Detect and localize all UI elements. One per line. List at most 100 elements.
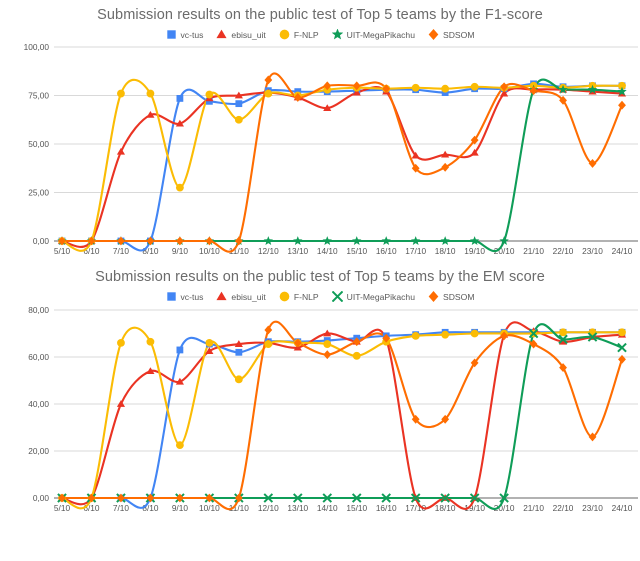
- x-axis-tick-label: 5/10: [54, 503, 71, 513]
- x-axis-tick-label: 16/10: [376, 503, 397, 513]
- series-line-vc-tus: [60, 82, 624, 252]
- legend-label: ebisu_uit: [231, 291, 266, 302]
- plot-area-f1: 0,00 25,00 50,00 75,00 100,00 5/10 6/10 7/10 8/1…: [0, 40, 640, 262]
- x-axis-tick-label: 10/10: [199, 246, 220, 256]
- legend-label: F-NLP: [293, 291, 319, 302]
- data-point[interactable]: [441, 330, 450, 339]
- data-point[interactable]: [323, 350, 332, 360]
- star-marker-icon: [331, 29, 343, 40]
- data-point[interactable]: [617, 342, 627, 353]
- data-point[interactable]: [175, 236, 184, 246]
- series-line-f-nlp: [60, 326, 624, 510]
- data-point[interactable]: [411, 83, 420, 92]
- legend-item-sdsom[interactable]: SDSOM: [428, 29, 475, 40]
- data-point[interactable]: [441, 162, 450, 172]
- data-point[interactable]: [234, 115, 243, 124]
- em-score-line-chart: 0,00 20,00 40,00 60,00 80,00 5/10 6/10 7/10 8/10…: [28, 305, 638, 513]
- legend-item-f-nlp[interactable]: F-NLP: [279, 29, 319, 40]
- x-axis-tick-label: 8/10: [142, 503, 159, 513]
- data-point[interactable]: [264, 89, 273, 98]
- legend-em: vc-tus ebisu_uit F-NLP UIT-MegaPikachu SDSOM: [0, 291, 640, 302]
- x-axis-tick-label: 19/10: [464, 246, 485, 256]
- y-axis-tick-label: 50,00: [28, 139, 49, 149]
- legend-item-vc-tus[interactable]: vc-tus: [166, 291, 204, 302]
- x-axis-tick-label: 15/10: [346, 503, 367, 513]
- data-point[interactable]: [175, 441, 184, 450]
- data-point[interactable]: [116, 400, 126, 407]
- data-point[interactable]: [175, 183, 184, 192]
- x-axis-tick-label: 5/10: [54, 246, 71, 256]
- legend-item-f-nlp[interactable]: F-NLP: [279, 291, 319, 302]
- y-axis-tick-label: 20,00: [28, 446, 49, 456]
- data-point[interactable]: [352, 351, 361, 360]
- data-point[interactable]: [235, 100, 243, 108]
- data-point[interactable]: [264, 325, 273, 335]
- data-point[interactable]: [117, 338, 125, 347]
- data-point[interactable]: [352, 236, 362, 245]
- data-point[interactable]: [205, 338, 214, 347]
- data-point[interactable]: [441, 84, 450, 93]
- data-point[interactable]: [440, 236, 450, 245]
- data-point[interactable]: [618, 354, 626, 364]
- data-point[interactable]: [117, 89, 125, 98]
- data-point[interactable]: [263, 236, 274, 245]
- data-point[interactable]: [205, 236, 214, 246]
- data-point[interactable]: [146, 89, 155, 98]
- y-axis-tick-label: 0,00: [33, 236, 50, 246]
- x-axis-tick-label: 7/10: [113, 246, 130, 256]
- x-axis-tick-label: 23/10: [582, 503, 603, 513]
- legend-item-uit-megapikachu[interactable]: UIT-MegaPikachu: [331, 29, 415, 40]
- data-point[interactable]: [618, 328, 626, 337]
- data-point[interactable]: [411, 331, 420, 340]
- legend-item-uit-megapikachu[interactable]: UIT-MegaPikachu: [331, 291, 415, 302]
- data-point[interactable]: [381, 236, 391, 245]
- legend-item-vc-tus[interactable]: vc-tus: [166, 29, 203, 40]
- data-point[interactable]: [559, 328, 567, 337]
- data-point[interactable]: [470, 82, 479, 91]
- x-axis-tick-label: 6/10: [83, 503, 100, 513]
- x-axis-tick-label: 23/10: [582, 246, 603, 256]
- y-axis-tick-label: 75,00: [28, 91, 49, 101]
- legend-label: vc-tus: [180, 291, 204, 302]
- x-axis-tick-label: 14/10: [317, 503, 338, 513]
- data-point[interactable]: [470, 329, 479, 338]
- x-axis-tick-label: 21/10: [523, 503, 544, 513]
- circle-marker-icon: [279, 291, 290, 302]
- data-point[interactable]: [205, 90, 214, 99]
- data-point[interactable]: [469, 236, 480, 245]
- data-point[interactable]: [323, 340, 332, 348]
- data-point[interactable]: [264, 340, 273, 348]
- data-point[interactable]: [235, 348, 243, 356]
- data-point[interactable]: [176, 346, 184, 354]
- y-axis-tick-label: 80,00: [28, 305, 49, 315]
- x-axis-tick-label: 14/10: [317, 246, 338, 256]
- data-point[interactable]: [293, 236, 303, 245]
- f1-score-chart-section: Submission results on the public test of…: [0, 0, 640, 262]
- legend-item-ebisu-uit[interactable]: ebisu_uit: [216, 29, 266, 40]
- data-point[interactable]: [234, 375, 243, 384]
- data-point[interactable]: [116, 147, 126, 155]
- legend-label: SDSOM: [442, 291, 475, 302]
- legend-label: F-NLP: [293, 29, 319, 40]
- legend-item-ebisu-uit[interactable]: ebisu_uit: [216, 291, 266, 302]
- f1-score-line-chart: 0,00 25,00 50,00 75,00 100,00 5/10 6/10 7/10 8/1…: [24, 42, 638, 256]
- diamond-marker-icon: [428, 29, 439, 40]
- page-title: Submission results on the public test of…: [97, 7, 543, 23]
- x-axis-tick-label: 10/10: [199, 503, 220, 513]
- x-axis-tick-label: 13/10: [287, 503, 308, 513]
- data-point[interactable]: [322, 236, 332, 245]
- x-axis-tick-label: 15/10: [346, 246, 367, 256]
- legend-label: UIT-MegaPikachu: [346, 291, 415, 302]
- x-axis-tick-label: 18/10: [435, 246, 456, 256]
- data-point[interactable]: [234, 236, 243, 246]
- y-axis-tick-label: 100,00: [24, 42, 50, 52]
- legend-item-sdsom[interactable]: SDSOM: [428, 291, 475, 302]
- legend-label: SDSOM: [442, 29, 475, 40]
- data-point[interactable]: [618, 100, 626, 110]
- y-axis-tick-label: 25,00: [28, 188, 49, 198]
- x-axis-tick-label: 18/10: [435, 503, 456, 513]
- data-point[interactable]: [410, 236, 421, 245]
- data-point[interactable]: [176, 95, 184, 102]
- data-point[interactable]: [146, 337, 155, 346]
- x-axis-tick-label: 21/10: [523, 246, 544, 256]
